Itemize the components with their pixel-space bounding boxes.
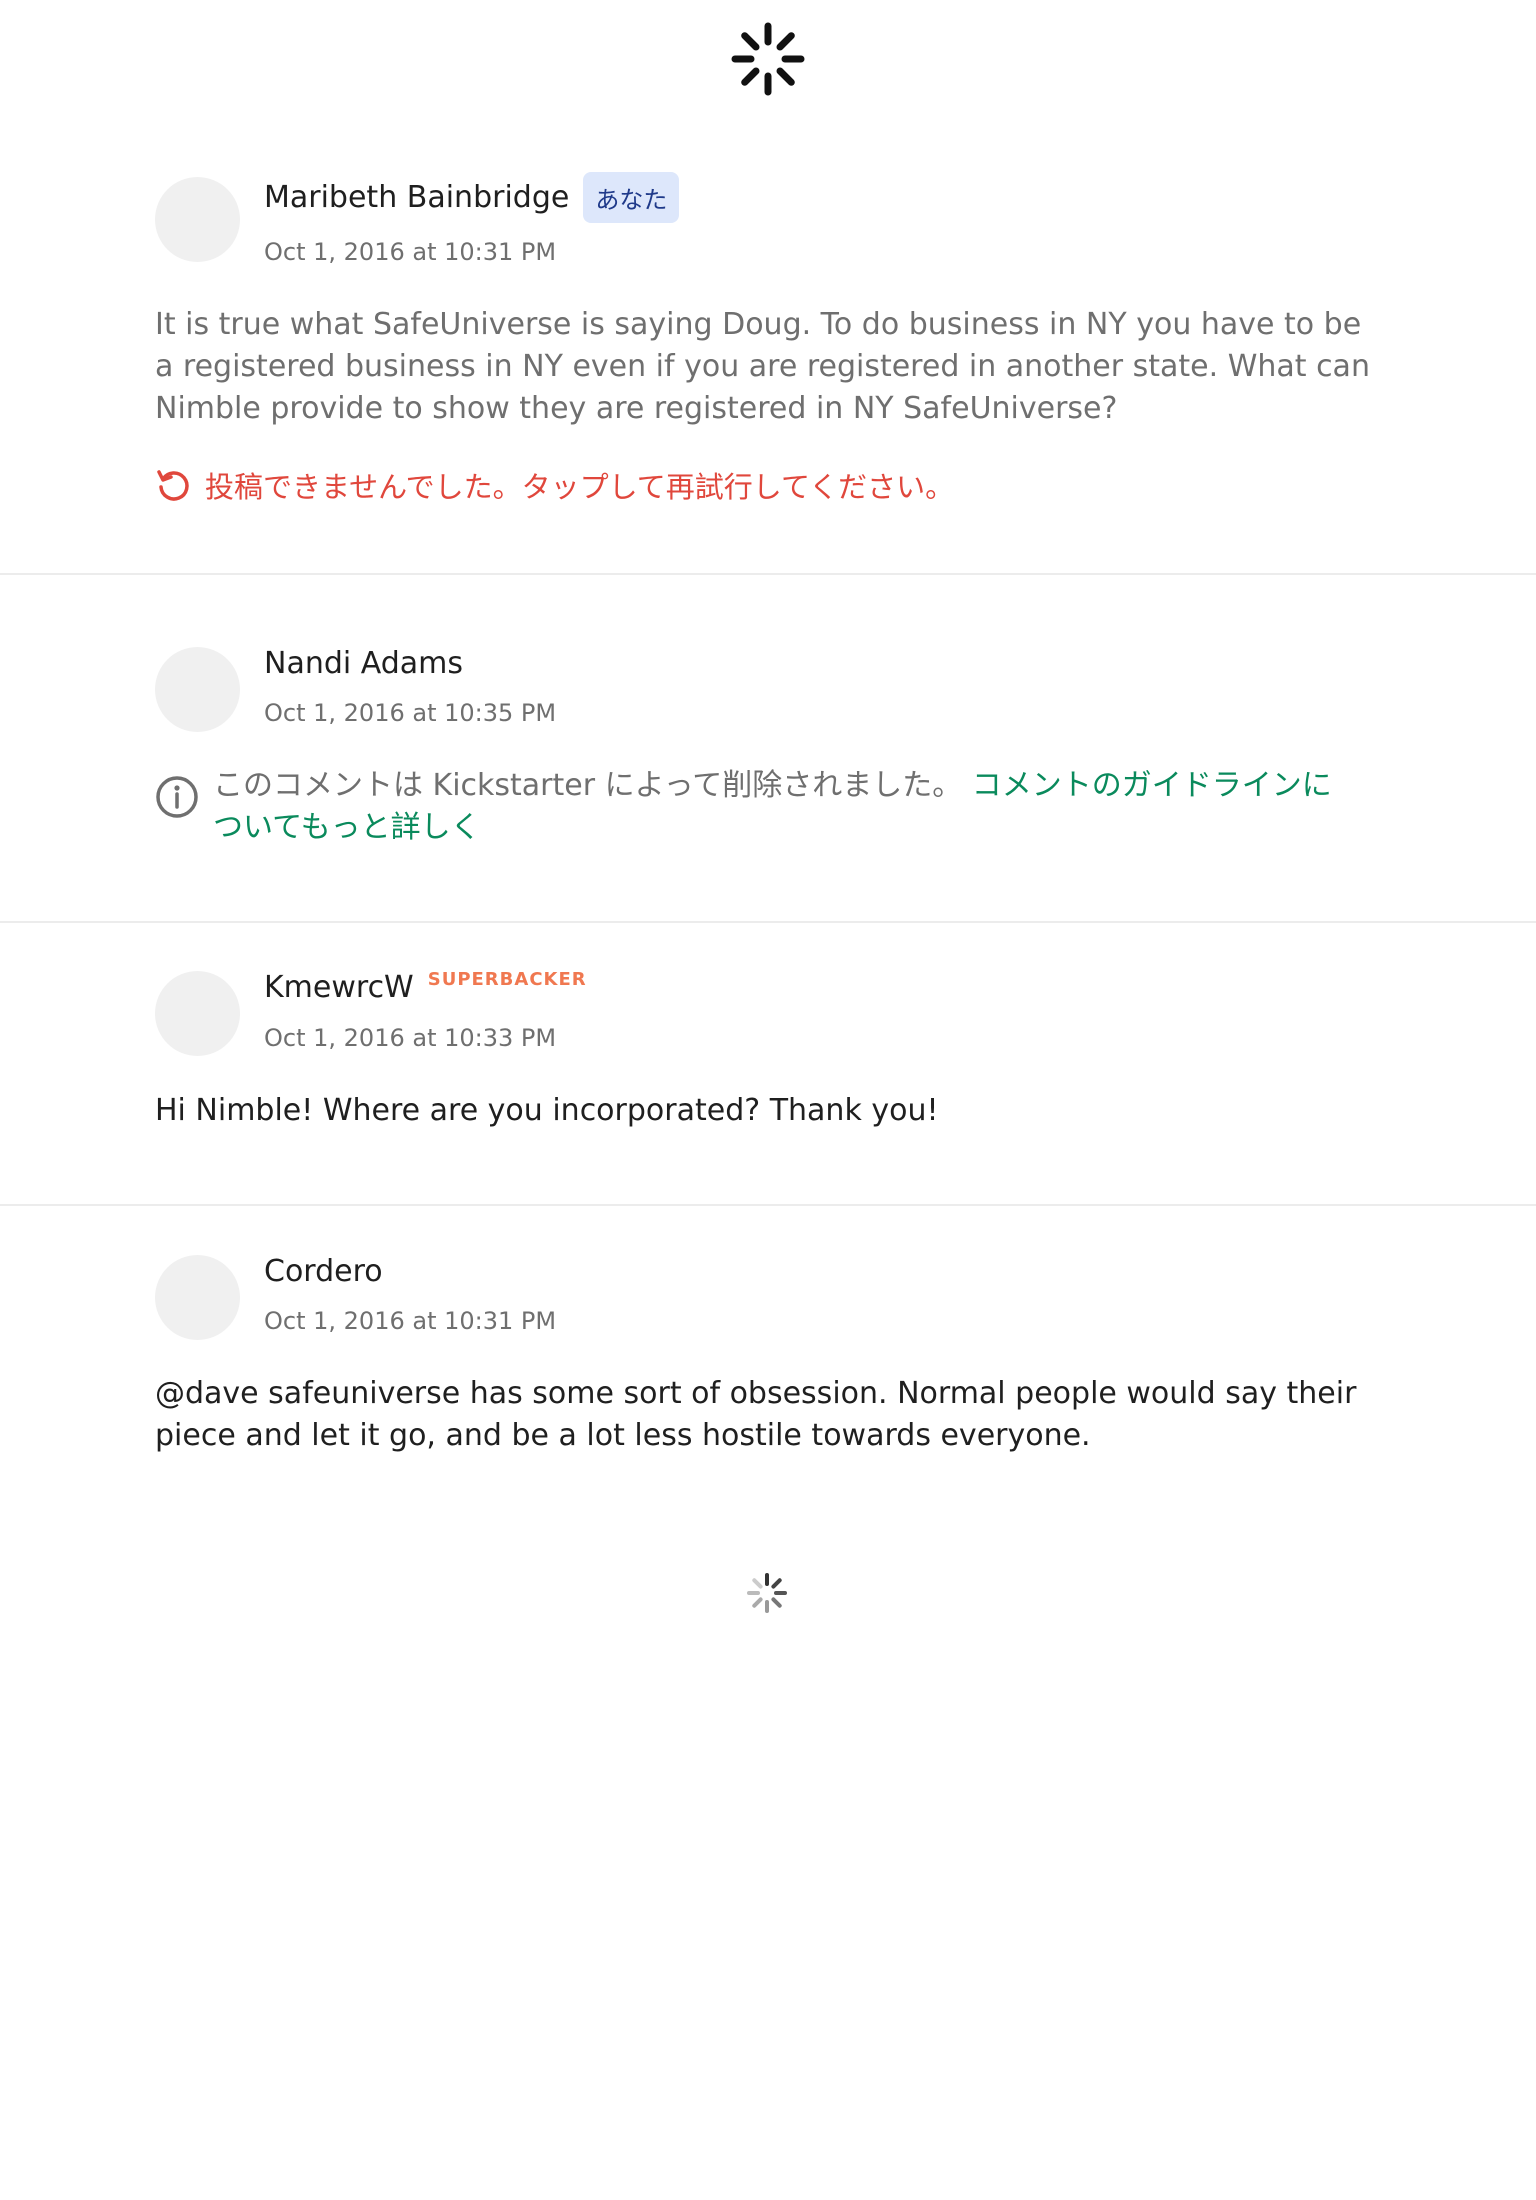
comment-author[interactable]: KmewrcW — [264, 970, 414, 1005]
post-failed-retry[interactable]: 投稿できませんでした。タップして再試行してください。 — [155, 464, 954, 506]
avatar[interactable] — [155, 1255, 240, 1340]
comment-date: Oct 1, 2016 at 10:35 PM — [264, 699, 557, 727]
divider — [0, 921, 1536, 923]
comment-author[interactable]: Maribeth Bainbridge — [264, 180, 569, 215]
removed-message: このコメントは Kickstarter によって削除されました。 — [213, 768, 963, 803]
comment-date: Oct 1, 2016 at 10:31 PM — [264, 238, 557, 266]
avatar[interactable] — [155, 971, 240, 1056]
retry-icon — [157, 470, 189, 501]
comment-body: Hi Nimble! Where are you incorporated? T… — [155, 1093, 939, 1128]
removed-notice: このコメントは Kickstarter によって削除されました。 コメントのガイ… — [155, 765, 1355, 849]
loading-spinner-icon — [731, 22, 805, 96]
avatar[interactable] — [155, 647, 240, 732]
comment-body: It is true what SafeUniverse is saying D… — [155, 307, 1370, 426]
comment-author[interactable]: Nandi Adams — [264, 646, 463, 681]
info-icon — [156, 776, 198, 818]
comment-author[interactable]: Cordero — [264, 1254, 383, 1289]
loading-spinner-icon — [747, 1573, 787, 1613]
you-badge: あなた — [583, 172, 680, 223]
superbacker-badge: SUPERBACKER — [427, 969, 587, 990]
divider — [0, 1204, 1536, 1206]
comment-date: Oct 1, 2016 at 10:33 PM — [264, 1024, 557, 1052]
divider — [0, 573, 1536, 575]
avatar[interactable] — [155, 177, 240, 262]
error-message: 投稿できませんでした。タップして再試行してください。 — [205, 470, 955, 504]
comment-date: Oct 1, 2016 at 10:31 PM — [264, 1307, 557, 1335]
comment-body: @dave safeuniverse has some sort of obse… — [155, 1376, 1357, 1453]
